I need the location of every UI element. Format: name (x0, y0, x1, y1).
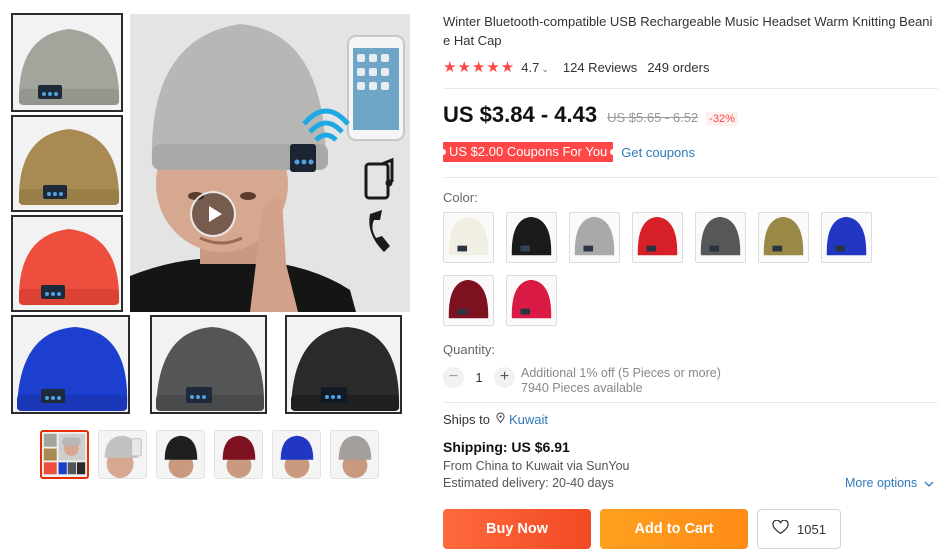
decrement-button[interactable]: − (443, 367, 464, 388)
thumbnail-2[interactable] (98, 430, 147, 479)
ships-to-row: Ships to Kuwait (443, 412, 548, 427)
price-row: US $3.84 - 4.43 US $5.65 - 6.52 -32% (443, 102, 738, 128)
swatch-burgundy[interactable] (443, 275, 494, 326)
gallery-tile-dark-gray[interactable] (150, 315, 267, 414)
coupon-badge: US $2.00 Coupons For You (439, 142, 617, 162)
shipping-cost: Shipping: US $6.91 (443, 439, 570, 455)
reviews-link[interactable]: 124 Reviews (563, 60, 637, 75)
current-price: US $3.84 - 4.43 (443, 102, 598, 127)
buy-now-button[interactable]: Buy Now (443, 509, 591, 549)
swatch-khaki[interactable] (758, 212, 809, 263)
thumbnail-model-blue-image (273, 431, 320, 478)
shipping-via-text: via (563, 459, 587, 473)
gallery-tile-blue[interactable] (11, 315, 130, 414)
swatch-dark-gray-image (700, 216, 741, 256)
estimated-delivery: Estimated delivery: 20-40 days (443, 476, 614, 490)
color-label: Color: (443, 190, 478, 205)
thumbnail-model-gray-image (99, 431, 146, 478)
ships-to-label: Ships to (443, 412, 490, 427)
divider (443, 402, 938, 403)
divider (443, 88, 938, 89)
gallery-tile-khaki[interactable] (11, 115, 123, 212)
product-title: Winter Bluetooth-compatible USB Recharge… (443, 14, 933, 48)
location-pin-icon (496, 412, 505, 427)
more-options-label: More options (845, 476, 918, 490)
swatch-black[interactable] (506, 212, 557, 263)
quantity-label: Quantity: (443, 342, 496, 357)
swatch-cream[interactable] (443, 212, 494, 263)
original-price: US $5.65 - 6.52 (607, 110, 699, 125)
thumbnail-model-gray-2-image (331, 431, 378, 478)
shipping-destination: Kuwait (525, 459, 564, 473)
swatch-cream-image (448, 216, 489, 256)
beanie-khaki-image (13, 117, 121, 210)
shipping-to-text: to (508, 459, 526, 473)
swatch-light-gray[interactable] (569, 212, 620, 263)
shipping-carrier: SunYou (586, 459, 630, 473)
coupon-row: US $2.00 Coupons For You Get coupons (439, 142, 695, 162)
swatch-blue[interactable] (821, 212, 872, 263)
swatch-blue-image (826, 216, 867, 256)
ship-country-link[interactable]: Kuwait (509, 412, 548, 427)
chevron-down-icon: ⌄ (541, 63, 549, 74)
divider (443, 177, 938, 178)
swatch-dark-gray[interactable] (695, 212, 746, 263)
thumbnail-model-burgundy-image (215, 431, 262, 478)
increment-button[interactable]: + (494, 367, 515, 388)
swatch-burgundy-image (448, 279, 489, 319)
beanie-gray-image (13, 15, 121, 110)
gallery-tile-black[interactable] (285, 315, 402, 414)
product-info: Winter Bluetooth-compatible USB Recharge… (443, 12, 938, 76)
wishlist-count: 1051 (797, 521, 826, 537)
swatch-rose-red[interactable] (506, 275, 557, 326)
more-options-link[interactable]: More options (845, 476, 934, 490)
quantity-value[interactable]: 1 (464, 370, 494, 385)
shipping-from-prefix: From (443, 459, 476, 473)
chevron-down-icon (924, 476, 934, 490)
shipping-origin: China (475, 459, 509, 473)
thumbnail-collage-image (42, 432, 87, 477)
quantity-stepper: − 1 + (443, 367, 515, 388)
orders-count: 249 orders (647, 59, 710, 75)
swatch-rose-red-image (511, 279, 552, 319)
swatch-khaki-image (763, 216, 804, 256)
heart-icon (772, 519, 789, 538)
rating-value[interactable]: 4.7 ⌄ (521, 60, 549, 75)
beanie-dark-gray-image (152, 317, 265, 412)
thumbnail-model-black-image (157, 431, 204, 478)
thumbnail-5[interactable] (272, 430, 321, 479)
thumbnail-strip (40, 430, 379, 479)
stock-available-text: 7940 Pieces available (521, 381, 643, 395)
gallery-tile-red[interactable] (11, 215, 123, 312)
wishlist-button[interactable]: 1051 (757, 509, 841, 549)
gallery-tile-gray[interactable] (11, 13, 123, 112)
rating-stars-icon: ★★★★★ (443, 59, 516, 76)
image-gallery (0, 0, 420, 555)
beanie-blue-image (13, 317, 128, 412)
get-coupons-link[interactable]: Get coupons (621, 145, 695, 160)
discount-badge: -32% (706, 112, 738, 126)
rating-number: 4.7 (521, 59, 540, 75)
shipping-route: From China to Kuwait via SunYou (443, 459, 630, 473)
beanie-red-image (13, 217, 121, 310)
bulk-discount-text: Additional 1% off (5 Pieces or more) (521, 366, 721, 380)
hero-image[interactable] (130, 14, 410, 312)
play-video-button[interactable] (190, 191, 236, 237)
quantity-note: Additional 1% off (5 Pieces or more) 794… (521, 366, 721, 396)
add-to-cart-button[interactable]: Add to Cart (600, 509, 748, 549)
model-wearing-beanie-image (130, 14, 410, 312)
thumbnail-6[interactable] (330, 430, 379, 479)
swatch-red[interactable] (632, 212, 683, 263)
thumbnail-4[interactable] (214, 430, 263, 479)
swatch-red-image (637, 216, 678, 256)
thumbnail-3[interactable] (156, 430, 205, 479)
beanie-black-image (287, 317, 400, 412)
thumbnail-1[interactable] (40, 430, 89, 479)
swatch-black-image (511, 216, 552, 256)
rating-row: ★★★★★ 4.7 ⌄ 124 Reviews 249 orders (443, 58, 938, 76)
swatch-light-gray-image (574, 216, 615, 256)
